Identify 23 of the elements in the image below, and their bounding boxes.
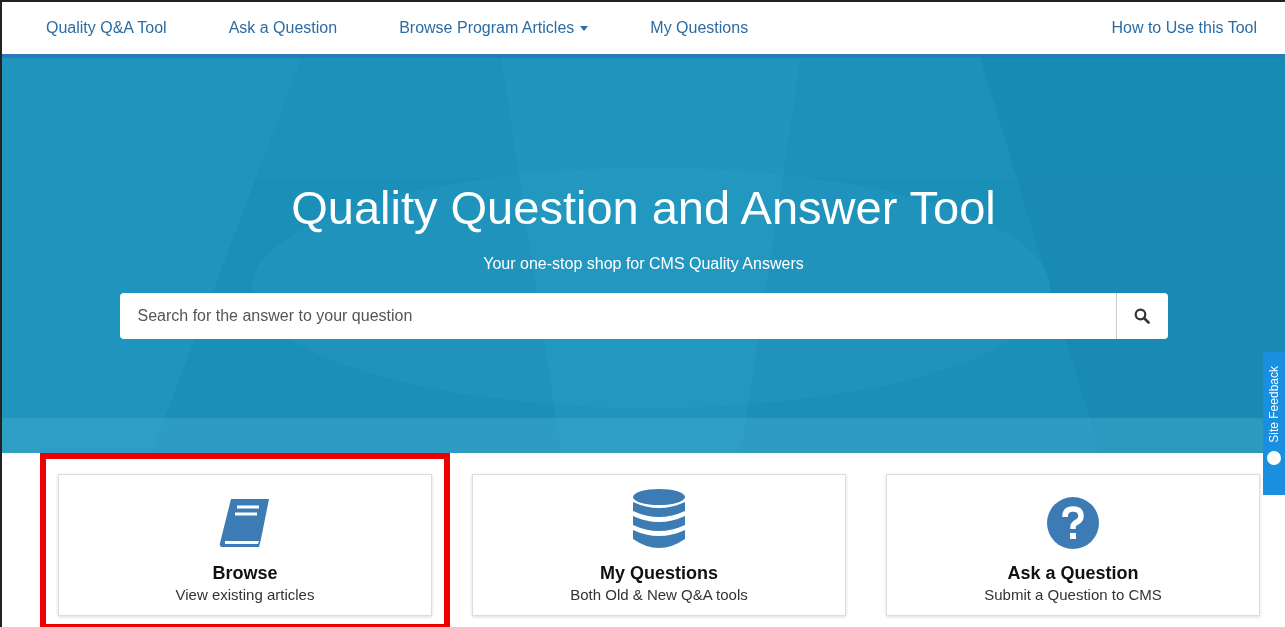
nav-link[interactable]: Ask a Question	[228, 19, 338, 37]
card-subtitle: Both Old & New Q&A tools	[570, 586, 748, 603]
card-subtitle: View existing articles	[175, 586, 315, 603]
feedback-tab[interactable]: Site Feedback	[1263, 352, 1285, 495]
nav-link[interactable]: My Questions	[650, 19, 749, 37]
nav-link[interactable]: Quality Q&A Tool	[46, 19, 167, 37]
nav-link[interactable]: Browse Program Articles	[399, 19, 589, 37]
card[interactable]: Browse View existing articles	[58, 474, 432, 616]
card[interactable]: My Questions Both Old & New Q&A tools	[472, 474, 846, 616]
nav-link[interactable]: How to Use this Tool	[1111, 19, 1257, 37]
card-subtitle: Submit a Question to CMS	[984, 586, 1162, 603]
database-icon	[633, 489, 685, 549]
caret-icon	[580, 25, 589, 31]
card-title: My Questions	[600, 563, 718, 584]
search-icon	[1134, 308, 1150, 324]
question-icon	[1047, 497, 1099, 549]
hero-title: Quality Question and Answer Tool	[291, 180, 996, 235]
card[interactable]: Ask a Question Submit a Question to CMS	[886, 474, 1260, 616]
hero-subtitle: Your one-stop shop for CMS Quality Answers	[483, 255, 804, 273]
search-button[interactable]	[1115, 293, 1168, 339]
card-title: Ask a Question	[1007, 563, 1139, 584]
search-field[interactable]: Search for the answer to your question	[119, 293, 1116, 339]
card-title: Browse	[212, 563, 278, 584]
